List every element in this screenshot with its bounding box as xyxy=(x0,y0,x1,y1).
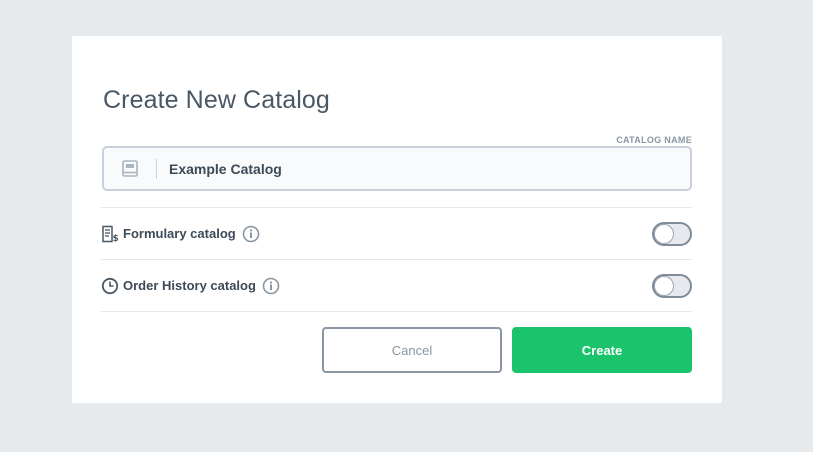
info-icon[interactable] xyxy=(242,225,260,243)
order-history-catalog-toggle[interactable] xyxy=(652,273,692,298)
catalog-name-label: CATALOG NAME xyxy=(616,135,692,145)
cancel-button[interactable]: Cancel xyxy=(322,327,502,373)
toggle-knob xyxy=(655,276,673,295)
toggle-knob xyxy=(655,224,673,243)
create-catalog-dialog: Create New Catalog CATALOG NAME $ Formul… xyxy=(72,36,722,403)
svg-text:$: $ xyxy=(113,234,119,243)
formulary-catalog-toggle[interactable] xyxy=(652,221,692,246)
order-history-catalog-row: Order History catalog xyxy=(101,260,692,311)
formulary-catalog-row: $ Formulary catalog xyxy=(101,208,692,259)
order-history-catalog-label: Order History catalog xyxy=(123,278,256,293)
formulary-icon: $ xyxy=(101,224,121,244)
catalog-name-input[interactable] xyxy=(157,148,690,189)
clock-icon xyxy=(101,276,121,296)
info-icon[interactable] xyxy=(262,277,280,295)
divider xyxy=(101,311,692,312)
catalog-name-field[interactable] xyxy=(102,146,692,191)
formulary-catalog-label: Formulary catalog xyxy=(123,226,236,241)
create-button[interactable]: Create xyxy=(512,327,692,373)
book-icon xyxy=(104,148,156,189)
dialog-title: Create New Catalog xyxy=(103,86,330,114)
